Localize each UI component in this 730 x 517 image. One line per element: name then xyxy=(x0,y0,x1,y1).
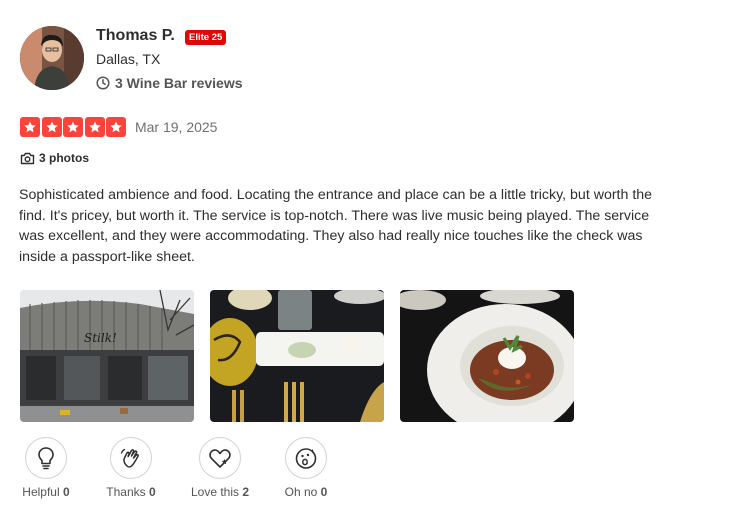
user-avatar[interactable] xyxy=(20,26,84,90)
star-icon xyxy=(84,117,105,137)
love-this-count: 2 xyxy=(242,485,250,499)
reaction-label-oh-no: Oh no 0 xyxy=(284,485,328,499)
lightbulb-icon xyxy=(38,447,54,470)
surprised-face-icon xyxy=(295,448,317,469)
heart-icon xyxy=(209,449,231,468)
reaction-oh-no: Oh no 0 xyxy=(271,437,341,499)
photos-link[interactable]: 3 photos xyxy=(20,150,89,166)
user-name[interactable]: Thomas P. xyxy=(96,27,175,45)
oh-no-button[interactable] xyxy=(285,437,327,479)
reaction-label-helpful: Helpful 0 xyxy=(22,485,70,499)
star-icon xyxy=(63,117,84,137)
user-header: Thomas P. Elite 25 Dallas, TX 3 Wine Bar… xyxy=(20,26,440,92)
review-date: Mar 19, 2025 xyxy=(134,119,218,135)
reaction-helpful: Helpful 0 xyxy=(11,437,81,499)
review-count-row: 3 Wine Bar reviews xyxy=(96,74,243,92)
storefront-photo[interactable]: Stilk! xyxy=(20,290,194,422)
helpful-count: 0 xyxy=(63,485,70,499)
user-location: Dallas, TX xyxy=(96,51,161,67)
review-text: Sophisticated ambience and food. Locatin… xyxy=(19,187,653,265)
clock-icon xyxy=(96,76,110,90)
reaction-label-love-this: Love this 2 xyxy=(190,485,250,499)
love-this-button[interactable] xyxy=(199,437,241,479)
reaction-love-this: Love this 2 xyxy=(185,437,255,499)
appetizer-photo[interactable] xyxy=(210,290,384,422)
star-icon xyxy=(41,117,62,137)
thanks-count: 0 xyxy=(149,485,156,499)
star-icon xyxy=(106,117,127,137)
helpful-button[interactable] xyxy=(25,437,67,479)
thanks-button[interactable] xyxy=(110,437,152,479)
star-icon xyxy=(20,117,40,137)
elite-badge[interactable]: Elite 25 xyxy=(185,30,227,45)
review-count: 3 Wine Bar reviews xyxy=(115,75,243,91)
photos-label: 3 photos xyxy=(39,151,89,165)
reaction-label-thanks: Thanks 0 xyxy=(106,485,156,499)
pasta-dish-photo[interactable] xyxy=(400,290,574,422)
wave-hand-icon xyxy=(120,448,139,468)
reaction-thanks: Thanks 0 xyxy=(96,437,166,499)
camera-icon xyxy=(20,152,35,164)
rating-row: Mar 19, 2025 xyxy=(20,117,217,137)
svg-text:Stilk!: Stilk! xyxy=(84,331,117,345)
oh-no-count: 0 xyxy=(320,485,328,499)
